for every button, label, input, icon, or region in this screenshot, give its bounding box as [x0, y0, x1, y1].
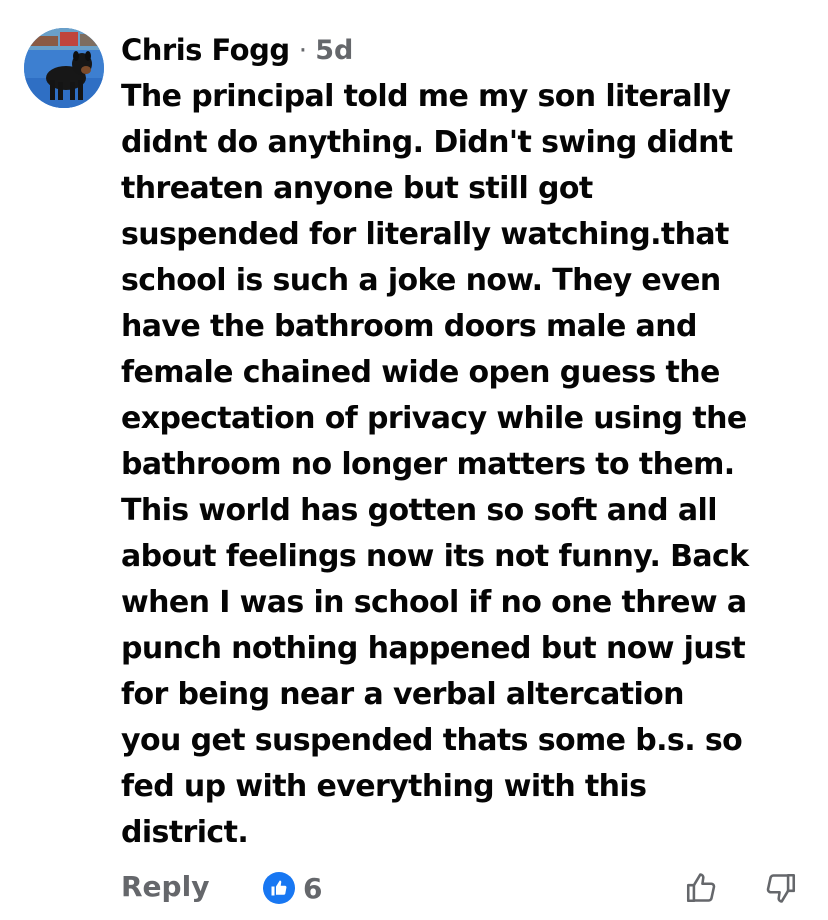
comment-actions: Reply 6: [121, 864, 811, 912]
thumbs-down-outline-icon[interactable]: [761, 868, 801, 908]
separator-dot: ·: [298, 34, 308, 66]
reply-button[interactable]: Reply: [121, 870, 209, 903]
like-icon: [263, 872, 295, 904]
comment-text: The principal told me my son literally d…: [121, 79, 749, 850]
comment: Chris Fogg · 5d The principal told me my…: [0, 0, 828, 920]
avatar[interactable]: [24, 28, 104, 108]
dog-photo-icon: [24, 28, 104, 108]
timestamp[interactable]: 5d: [315, 35, 353, 66]
comment-header: Chris Fogg · 5d: [121, 28, 353, 72]
reaction-count: 6: [303, 871, 323, 905]
author-name[interactable]: Chris Fogg: [121, 33, 290, 67]
reaction-summary[interactable]: 6: [263, 870, 322, 906]
thumbs-up-outline-icon[interactable]: [681, 868, 721, 908]
